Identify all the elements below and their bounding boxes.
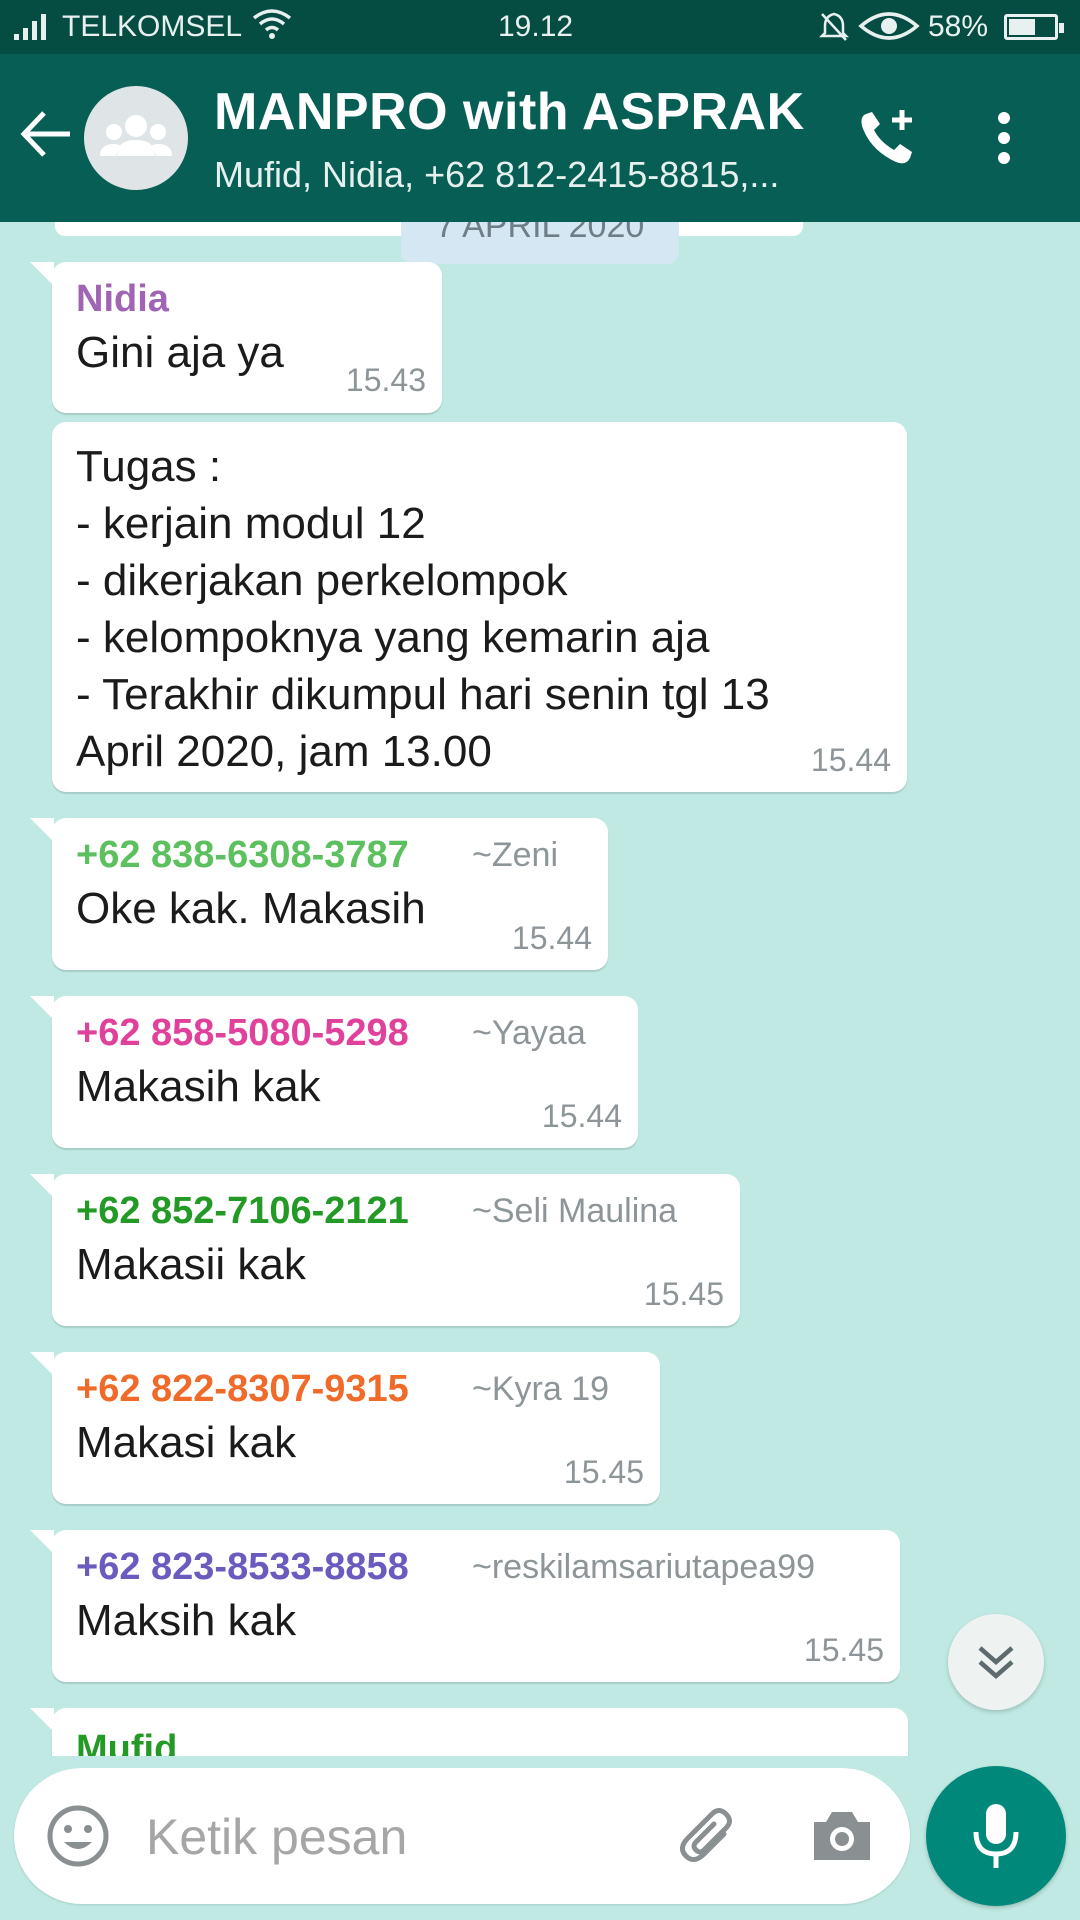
message-time: 15.44 [511, 920, 592, 956]
message-bubble[interactable]: +62 823-8533-8858 ~reskilamsariutapea99 … [30, 1530, 900, 1682]
date-chip: 7 APRIL 2020 [401, 222, 679, 264]
status-bar: TELKOMSEL 19.12 58% [0, 0, 1080, 54]
message-input-bar[interactable]: Ketik pesan [14, 1768, 910, 1904]
message-time: 15.43 [345, 362, 426, 398]
message-sender[interactable]: +62 838-6308-3787 [76, 834, 409, 877]
message-alias: ~Seli Maulina [472, 1192, 678, 1230]
message-sender[interactable]: Mufid [76, 1728, 177, 1756]
message-time: 15.44 [810, 742, 891, 778]
message-bubble[interactable]: +62 822-8307-9315 ~Kyra 19 Makasi kak 15… [30, 1352, 660, 1504]
message-sender[interactable]: +62 858-5080-5298 [76, 1012, 409, 1055]
message-time: 15.45 [803, 1632, 884, 1668]
message-sender[interactable]: +62 852-7106-2121 [76, 1190, 409, 1233]
double-chevron-down-icon [978, 1646, 1014, 1679]
signal-icon [14, 12, 54, 48]
add-call-icon[interactable] [856, 106, 920, 175]
scroll-to-bottom-button[interactable] [948, 1614, 1044, 1710]
message-text: Oke kak. Makasih [76, 884, 426, 933]
message-text: Makasih kak [76, 1062, 321, 1111]
message-sender[interactable]: Nidia [76, 278, 169, 321]
message-sender[interactable]: +62 822-8307-9315 [76, 1368, 409, 1411]
muted-bell-icon [818, 10, 850, 50]
message-time: 15.44 [541, 1098, 622, 1134]
message-time: 15.45 [643, 1276, 724, 1312]
chat-area[interactable]: 7 APRIL 2020 Nidia Gini aja ya 15.43 Tug… [0, 222, 1080, 1756]
message-bubble[interactable]: +62 858-5080-5298 ~Yayaa Makasih kak 15.… [30, 996, 638, 1148]
group-avatar-icon[interactable] [84, 86, 188, 190]
message-text: Tugas : - kerjain modul 12 - dikerjakan … [76, 442, 770, 776]
message-sender[interactable]: +62 823-8533-8858 [76, 1546, 409, 1589]
message-text: Maksih kak [76, 1596, 297, 1645]
message-alias: ~Yayaa [472, 1014, 586, 1052]
battery-percent: 58% [928, 10, 989, 43]
group-members[interactable]: Mufid, Nidia, +62 812-2415-8815,... [214, 154, 814, 196]
mic-icon [973, 1804, 1019, 1868]
message-time: 15.45 [563, 1454, 644, 1490]
clock: 19.12 [498, 10, 574, 43]
more-vert-icon[interactable] [996, 110, 1012, 171]
message-text: Makasi kak [76, 1418, 297, 1467]
message-bubble[interactable]: Tugas : - kerjain modul 12 - dikerjakan … [52, 422, 907, 792]
battery-icon [1004, 14, 1064, 40]
emoji-icon[interactable] [46, 1804, 110, 1873]
message-bubble[interactable]: Nidia Gini aja ya 15.43 [30, 262, 442, 413]
message-alias: ~Kyra 19 [472, 1370, 610, 1408]
message-alias: ~Zeni [472, 836, 558, 874]
message-text: Makasii kak [76, 1240, 306, 1289]
wifi-icon [252, 8, 292, 48]
message-input[interactable]: Ketik pesan [146, 1808, 407, 1866]
message-bubble[interactable]: +62 838-6308-3787 ~Zeni Oke kak. Makasih… [30, 818, 608, 970]
message-bubble[interactable]: +62 852-7106-2121 ~Seli Maulina Makasii … [30, 1174, 740, 1326]
chat-header: MANPRO with ASPRAK Mufid, Nidia, +62 812… [0, 54, 1080, 222]
attach-icon[interactable] [676, 1804, 740, 1873]
message-text: Gini aja ya [76, 328, 284, 377]
eye-icon [858, 8, 920, 52]
camera-icon[interactable] [810, 1806, 874, 1871]
carrier-label: TELKOMSEL [62, 10, 243, 43]
message-bubble[interactable]: Mufid [30, 1708, 908, 1756]
voice-record-button[interactable] [926, 1766, 1066, 1906]
back-arrow-icon[interactable] [20, 109, 72, 164]
message-alias: ~reskilamsariutapea99 [472, 1548, 816, 1586]
group-title[interactable]: MANPRO with ASPRAK [214, 82, 805, 142]
